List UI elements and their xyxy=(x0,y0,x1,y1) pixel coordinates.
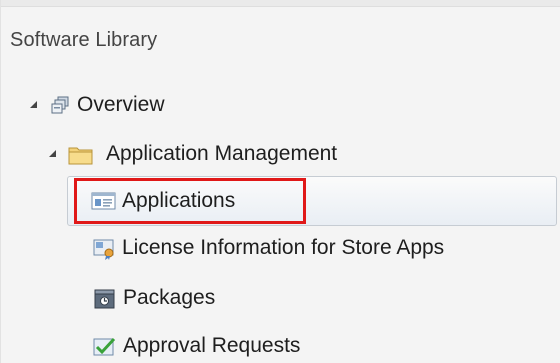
tree-item-label: Approval Requests xyxy=(123,334,301,357)
overview-icon xyxy=(49,95,71,115)
expand-collapse-arrow-icon[interactable] xyxy=(30,101,37,108)
tree-item-label: Application Management xyxy=(106,142,338,165)
tree-item-overview[interactable]: Overview xyxy=(49,88,165,122)
tree-item-label: Overview xyxy=(77,93,165,116)
expand-collapse-arrow-icon[interactable] xyxy=(49,150,56,157)
tree-item-approval-requests[interactable]: Approval Requests xyxy=(93,329,300,363)
folder-icon xyxy=(68,144,94,165)
tree-item-label: License Information for Store Apps xyxy=(122,236,445,259)
panel-top-edge xyxy=(1,0,560,7)
tree-item-packages[interactable]: Packages xyxy=(93,281,215,315)
highlight-annotation-box xyxy=(74,178,306,224)
tree-item-label: Packages xyxy=(123,286,216,309)
tree-item-application-management[interactable]: Application Management xyxy=(68,137,337,171)
software-library-panel: Software Library Overview Application Ma… xyxy=(0,0,560,363)
approval-icon xyxy=(93,336,117,356)
packages-icon xyxy=(93,288,117,309)
tree-item-license-information[interactable]: License Information for Store Apps xyxy=(93,231,444,265)
license-icon xyxy=(93,238,117,260)
panel-title: Software Library xyxy=(10,29,158,51)
